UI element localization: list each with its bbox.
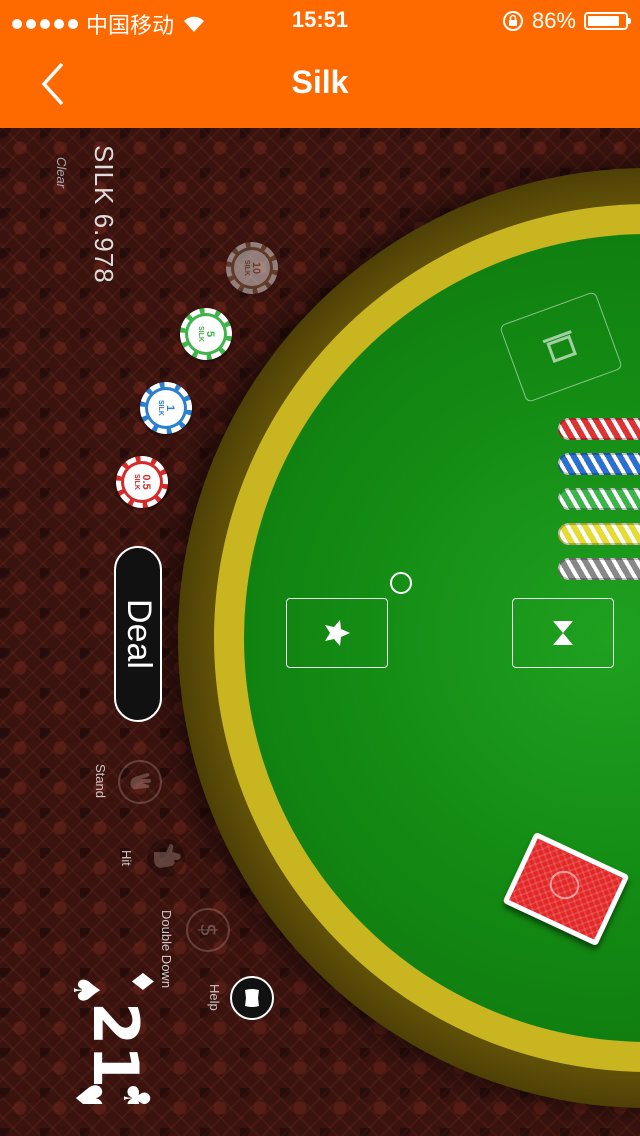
status-bar: 中国移动 15:51 86% [0,0,640,40]
bet-marker [390,572,412,594]
stand-label: Stand [93,764,108,798]
chip-value: 5 [204,330,216,338]
page-title: Silk [291,64,349,100]
dealer-box[interactable] [512,598,614,668]
svg-text:♦: ♦ [124,968,159,995]
clear-button[interactable]: Clear [51,157,69,217]
double-down-button[interactable]: $ [186,908,230,952]
svg-text:21: 21 [79,1002,152,1088]
rotation-lock-icon [502,11,523,31]
svg-text:♣: ♣ [115,1082,156,1104]
blackjack-game: SILK 6.978 Clear 10 SILK 5 SILK 1 SILK 0.5 S… [0,128,640,1136]
battery-percent: 86% [531,8,576,33]
chip-value: 1 [164,404,176,412]
chip-0-5[interactable]: 0.5 SILK [116,456,168,508]
chip-stack [558,558,640,580]
battery-icon [584,12,631,30]
chip-1[interactable]: 1 SILK [140,382,192,434]
scroll-icon [245,989,259,1007]
svg-text:$: $ [195,923,220,937]
chip-unit: SILK [133,474,140,490]
chip-unit: SILK [157,400,164,416]
tray-icon [542,330,578,364]
stand-button[interactable] [118,760,162,804]
dollar-icon: $ [195,923,220,937]
star-icon [325,620,350,646]
hand-stop-icon [130,773,151,790]
deal-button[interactable]: Deal [114,546,162,722]
hit-label: Hit [119,850,134,866]
chip-stack [558,453,640,475]
deal-label: Deal [120,599,158,669]
chip-5[interactable]: 5 SILK [180,308,232,360]
blackjack-21-logo: ♠ ♦ 21 ♥ ♣ [74,968,159,1104]
chip-unit: SILK [197,326,204,342]
chip-stack [558,488,640,510]
chip-stack [558,418,640,440]
nav-bar: Silk [0,40,640,128]
chip-stack [558,523,640,545]
chip-unit: SILK [243,260,250,276]
hit-button[interactable] [144,836,188,880]
player-bet-box[interactable] [286,598,388,668]
hourglass-icon [553,621,573,645]
help-button[interactable] [230,976,274,1020]
balance-label: SILK 6.978 [89,145,119,284]
help-label: Help [207,984,222,1011]
chip-value: 0.5 [140,474,152,490]
svg-text:♥: ♥ [74,1082,108,1104]
hand-point-icon [147,839,185,877]
chip-10[interactable]: 10 SILK [226,242,278,294]
chip-value: 10 [250,261,262,275]
